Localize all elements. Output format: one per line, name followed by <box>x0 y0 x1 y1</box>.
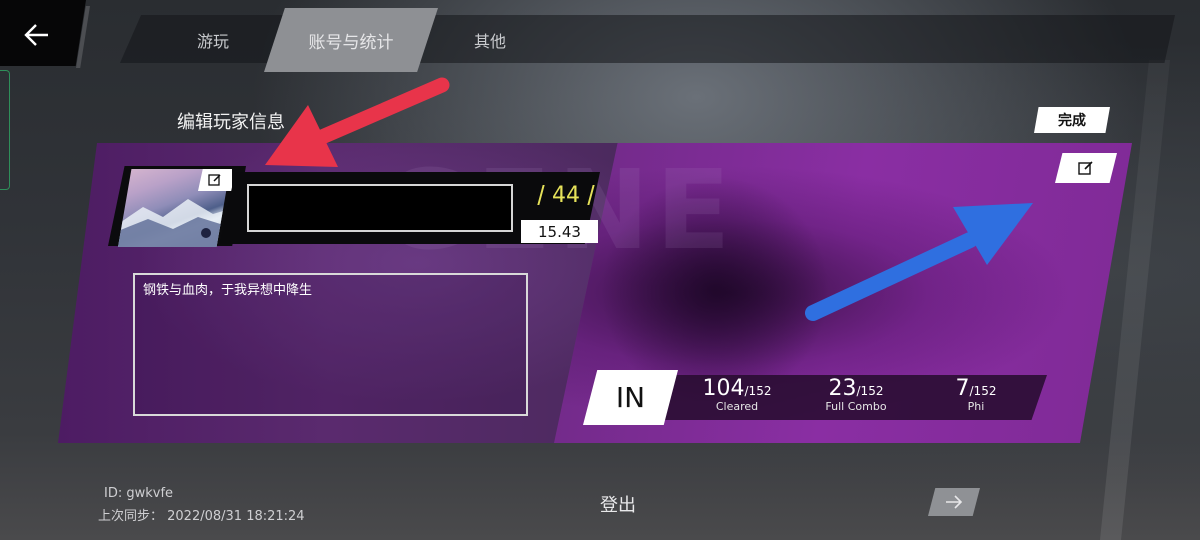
rks-value: 15.43 <box>521 220 598 243</box>
back-button[interactable] <box>0 0 86 66</box>
tab-other[interactable]: 其他 <box>448 8 532 72</box>
last-sync-time: 上次同步： 2022/08/31 18:21:24 <box>98 509 305 524</box>
difficulty-badge: IN <box>583 370 678 425</box>
done-button[interactable]: 完成 <box>1034 107 1110 133</box>
stat-total: /152 <box>744 384 772 398</box>
stat-cleared: 104/152 Cleared <box>682 376 792 413</box>
arrow-right-icon <box>946 495 963 509</box>
stat-total: /152 <box>969 384 997 398</box>
player-id: ID: gwkvfe <box>104 486 174 501</box>
stat-label: Phi <box>967 400 985 413</box>
annotation-arrow-blue <box>805 203 1033 321</box>
left-edge-handle <box>0 70 10 190</box>
avatar-edit-button[interactable] <box>198 169 232 191</box>
stat-phi: 7/152 Phi <box>921 376 1031 413</box>
stat-label: Full Combo <box>825 400 887 413</box>
stat-total: /152 <box>856 384 884 398</box>
stat-value: 23 <box>828 376 857 401</box>
bio-textarea[interactable]: 钢铁与血肉，于我异想中降生 <box>133 273 528 416</box>
arrow-left-icon <box>24 24 48 46</box>
background-stripe <box>1100 60 1170 540</box>
player-name-input[interactable] <box>247 184 513 232</box>
annotation-arrow-red <box>265 77 450 167</box>
stat-value: 104 <box>702 376 745 401</box>
stat-label: Cleared <box>715 400 759 413</box>
background-edit-button[interactable] <box>1055 153 1117 183</box>
next-button[interactable] <box>928 488 980 516</box>
tab-account-stats[interactable]: 账号与统计 <box>264 8 438 72</box>
stat-full-combo: 23/152 Full Combo <box>801 376 911 413</box>
edit-icon <box>1078 161 1093 175</box>
edit-icon <box>208 174 221 186</box>
logout-button[interactable]: 登出 <box>600 491 636 517</box>
stat-value: 7 <box>955 376 970 401</box>
tab-play[interactable]: 游玩 <box>170 8 256 72</box>
level-badge: 44 <box>538 181 594 209</box>
